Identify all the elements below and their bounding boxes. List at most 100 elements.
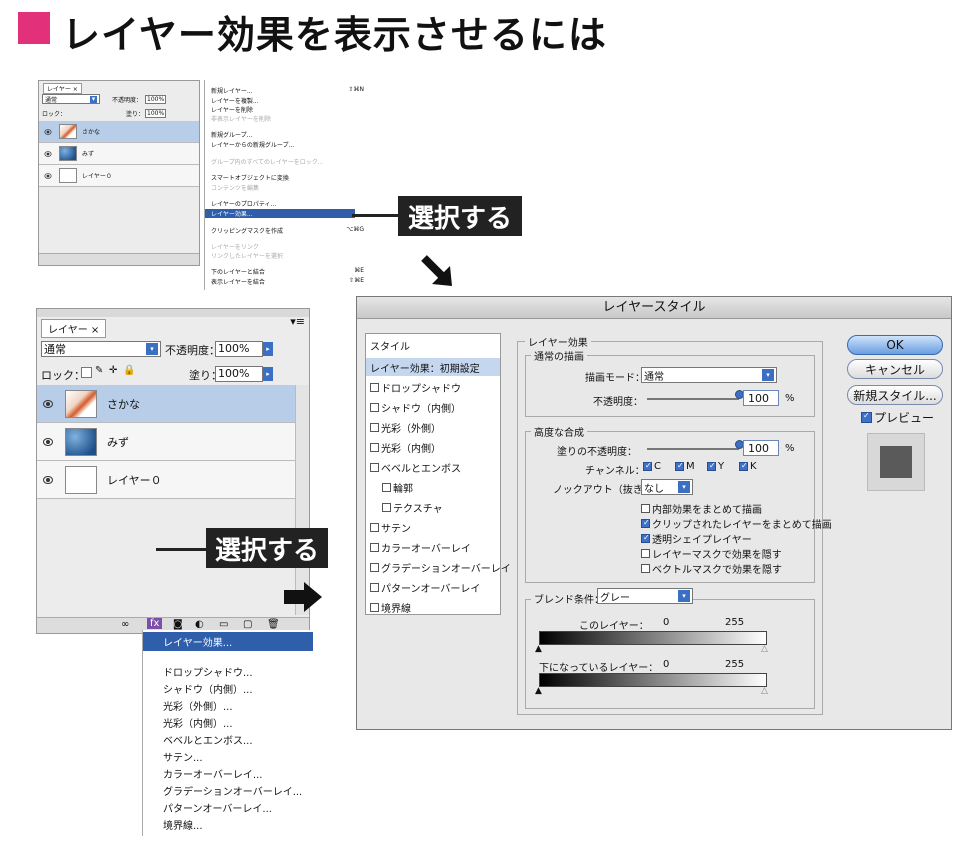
menu-item[interactable]: レイヤーのプロパティ... (211, 199, 276, 208)
menu-item[interactable]: 下のレイヤーと結合 (211, 267, 265, 276)
fx-menu-item[interactable]: グラデーションオーバーレイ... (163, 783, 302, 798)
preview-toggle[interactable]: プレビュー (861, 409, 934, 426)
checkbox[interactable] (382, 483, 391, 492)
opacity-slider[interactable] (647, 398, 739, 400)
checkbox[interactable] (370, 603, 379, 612)
fx-menu-item[interactable]: シャドウ（内側）... (163, 681, 253, 696)
style-item[interactable]: 輪郭 (366, 480, 413, 495)
checkbox[interactable] (739, 461, 748, 471)
cancel-button[interactable]: キャンセル (847, 359, 943, 379)
style-item[interactable]: カラーオーバーレイ (366, 540, 471, 555)
checkbox[interactable] (370, 543, 379, 552)
lock-move-icon[interactable]: ✛ (109, 365, 117, 376)
checkbox[interactable] (370, 563, 379, 572)
menu-item[interactable]: コンテンツを編集 (211, 183, 259, 192)
checkbox[interactable] (707, 461, 716, 471)
fx-menu-item[interactable]: ベベルとエンボス... (163, 732, 253, 747)
small-layer-row[interactable]: さかな (39, 121, 199, 143)
fx-menu-item[interactable]: パターンオーバーレイ... (163, 800, 272, 815)
style-item-blending-options[interactable]: レイヤー効果：初期設定 (366, 358, 500, 376)
white-point-icon[interactable]: △ (761, 644, 768, 654)
style-item[interactable]: サテン (366, 520, 411, 535)
checkbox[interactable] (370, 463, 379, 472)
checkbox[interactable] (382, 503, 391, 512)
black-point-icon[interactable]: ▲ (535, 686, 542, 696)
channel-c[interactable]: C (643, 461, 661, 472)
small-opacity-value[interactable]: 100% (145, 95, 167, 104)
opacity-input[interactable]: 100 (743, 390, 779, 406)
panel-menu-icon[interactable]: ▾≡ (290, 315, 305, 328)
trash-icon[interactable]: 🗑 (267, 619, 280, 630)
style-item[interactable]: パターンオーバーレイ (366, 580, 480, 595)
black-point-icon[interactable]: ▲ (535, 644, 542, 654)
large-layer-row[interactable]: みず (37, 423, 295, 461)
option-vector-mask-hides[interactable]: ベクトルマスクで効果を隠す (641, 561, 782, 576)
style-item[interactable]: テクスチャ (366, 500, 443, 515)
menu-item[interactable]: レイヤーをリンク (211, 242, 259, 251)
eye-icon[interactable] (44, 128, 52, 135)
option-blend-interior[interactable]: 内部効果をまとめて描画 (641, 501, 762, 516)
ok-button[interactable]: OK (847, 335, 943, 355)
menu-item[interactable]: 新規グループ... (211, 130, 252, 139)
new-layer-icon[interactable]: ▢ (243, 619, 252, 630)
small-blend-select[interactable]: 通常 ▾ (42, 94, 100, 104)
menu-item[interactable]: レイヤーからの新規グループ... (211, 140, 294, 149)
option-blend-clipped[interactable]: クリップされたレイヤーをまとめて描画 (641, 516, 832, 531)
style-item[interactable]: グラデーションオーバーレイ (366, 560, 511, 575)
knockout-select[interactable]: なし ▾ (641, 479, 693, 495)
menu-item[interactable]: 非表示レイヤーを削除 (211, 114, 271, 123)
fill-arrow-icon[interactable]: ▸ (263, 367, 273, 381)
fx-menu-item[interactable]: カラーオーバーレイ... (163, 766, 262, 781)
eye-icon[interactable] (43, 437, 53, 446)
menu-item[interactable]: グループ内のすべてのレイヤーをロック... (211, 157, 324, 166)
fill-opacity-slider[interactable] (647, 448, 739, 450)
option-transparency-shapes[interactable]: 透明シェイプレイヤー (641, 531, 752, 546)
fx-icon[interactable]: fx (147, 618, 163, 629)
lock-transparent-icon[interactable] (81, 367, 92, 378)
checkbox[interactable] (370, 423, 379, 432)
fx-menu-item[interactable]: 光彩（外側）... (163, 698, 233, 713)
checkbox[interactable] (641, 549, 650, 558)
opacity-arrow-icon[interactable]: ▸ (263, 342, 273, 356)
small-layer-row[interactable]: みず (39, 143, 199, 165)
style-item[interactable]: ドロップシャドウ (366, 380, 461, 395)
channel-y[interactable]: Y (707, 461, 724, 472)
eye-icon[interactable] (43, 475, 53, 484)
checkbox[interactable] (370, 443, 379, 452)
checkbox[interactable] (861, 411, 872, 423)
checkbox[interactable] (641, 518, 650, 528)
adjustment-icon[interactable]: ◐ (195, 619, 204, 630)
checkbox[interactable] (370, 523, 379, 532)
styles-header[interactable]: スタイル (366, 338, 410, 353)
small-fill-value[interactable]: 100% (145, 109, 167, 118)
option-layer-mask-hides[interactable]: レイヤーマスクで効果を隠す (641, 546, 782, 561)
new-style-button[interactable]: 新規スタイル... (847, 385, 943, 405)
style-item[interactable]: 光彩（外側） (366, 420, 441, 435)
channel-k[interactable]: K (739, 461, 757, 472)
fx-menu-item[interactable]: 境界線... (163, 817, 203, 832)
checkbox[interactable] (675, 461, 684, 471)
large-layers-tab[interactable]: レイヤー × (41, 319, 107, 338)
eye-icon[interactable] (44, 150, 52, 157)
eye-icon[interactable] (43, 399, 53, 408)
checkbox[interactable] (370, 403, 379, 412)
checkbox[interactable] (370, 583, 379, 592)
menu-item-layer-effects[interactable]: レイヤー効果... (205, 209, 355, 218)
large-layer-row[interactable]: レイヤー０ (37, 461, 295, 499)
checkbox[interactable] (370, 383, 379, 392)
checkbox[interactable] (641, 533, 650, 543)
link-icon[interactable]: ∞ (121, 619, 129, 630)
small-layer-row[interactable]: レイヤー０ (39, 165, 199, 187)
blend-mode-select[interactable]: 通常 ▾ (641, 367, 777, 383)
checkbox[interactable] (643, 461, 652, 471)
large-blend-select[interactable]: 通常 ▾ (41, 341, 161, 357)
layers-scrollbar[interactable] (295, 385, 309, 615)
style-item[interactable]: ベベルとエンボス (366, 460, 461, 475)
menu-item[interactable]: クリッピングマスクを作成 (211, 226, 283, 235)
fx-menu-item-layer-effects[interactable]: レイヤー効果... (143, 632, 313, 651)
large-opacity-value[interactable]: 100% (215, 341, 263, 357)
style-item[interactable]: シャドウ（内側） (366, 400, 461, 415)
fx-menu-item[interactable]: サテン... (163, 749, 203, 764)
fx-menu-item[interactable]: 光彩（内側）... (163, 715, 233, 730)
channel-m[interactable]: M (675, 461, 695, 472)
